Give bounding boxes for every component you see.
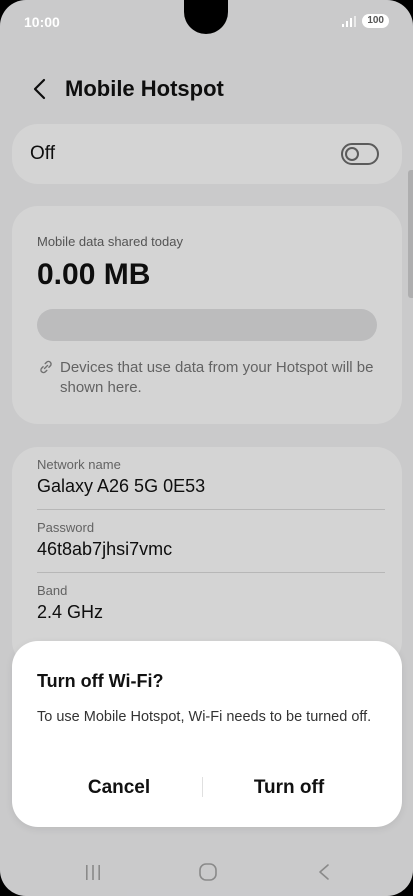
turn-off-wifi-dialog: Turn off Wi-Fi? To use Mobile Hotspot, W…	[12, 641, 402, 827]
password-label: Password	[37, 520, 95, 535]
data-shared-caption: Mobile data shared today	[37, 234, 183, 249]
status-time: 10:00	[24, 14, 60, 30]
screen: Mobile Hotspot Off Mobile data shared to…	[0, 0, 413, 896]
band-row[interactable]: Band 2.4 GHz	[37, 583, 385, 623]
network-name-label: Network name	[37, 457, 121, 472]
dialog-message: To use Mobile Hotspot, Wi-Fi needs to be…	[37, 709, 372, 725]
switch-knob	[345, 147, 359, 161]
navigation-bar	[0, 846, 413, 896]
data-usage-card: Mobile data shared today 0.00 MB Devices…	[12, 206, 402, 424]
link-icon	[38, 359, 54, 375]
cancel-button[interactable]: Cancel	[29, 773, 209, 803]
camera-notch	[184, 0, 228, 34]
divider	[37, 572, 385, 573]
network-name-row[interactable]: Network name Galaxy A26 5G 0E53	[37, 457, 385, 497]
scroll-indicator	[408, 170, 413, 298]
page-title: Mobile Hotspot	[65, 76, 224, 101]
back-nav-icon[interactable]	[304, 858, 344, 886]
chevron-left-icon[interactable]	[30, 76, 50, 102]
hotspot-toggle-row[interactable]: Off	[12, 124, 402, 184]
battery-badge: 100	[362, 14, 389, 28]
home-icon[interactable]	[188, 858, 228, 886]
hotspot-toggle-label: Off	[30, 143, 55, 164]
password-row[interactable]: Password 46t8ab7jhsi7vmc	[37, 520, 385, 560]
hotspot-switch[interactable]	[341, 143, 379, 165]
devices-note: Devices that use data from your Hotspot …	[60, 359, 374, 396]
band-value: 2.4 GHz	[37, 602, 104, 622]
signal-icon	[342, 15, 357, 27]
band-label: Band	[37, 583, 68, 598]
dialog-title: Turn off Wi-Fi?	[37, 671, 164, 691]
recent-apps-icon[interactable]	[73, 858, 113, 886]
status-icons: 100	[342, 14, 389, 28]
password-value: 46t8ab7jhsi7vmc	[37, 539, 173, 559]
divider	[37, 509, 385, 510]
network-settings-card: Network name Galaxy A26 5G 0E53 Password…	[12, 447, 402, 667]
usage-progress-bar	[37, 309, 377, 341]
data-shared-value: 0.00 MB	[37, 258, 151, 291]
turn-off-button[interactable]: Turn off	[199, 773, 379, 803]
network-name-value: Galaxy A26 5G 0E53	[37, 476, 206, 496]
